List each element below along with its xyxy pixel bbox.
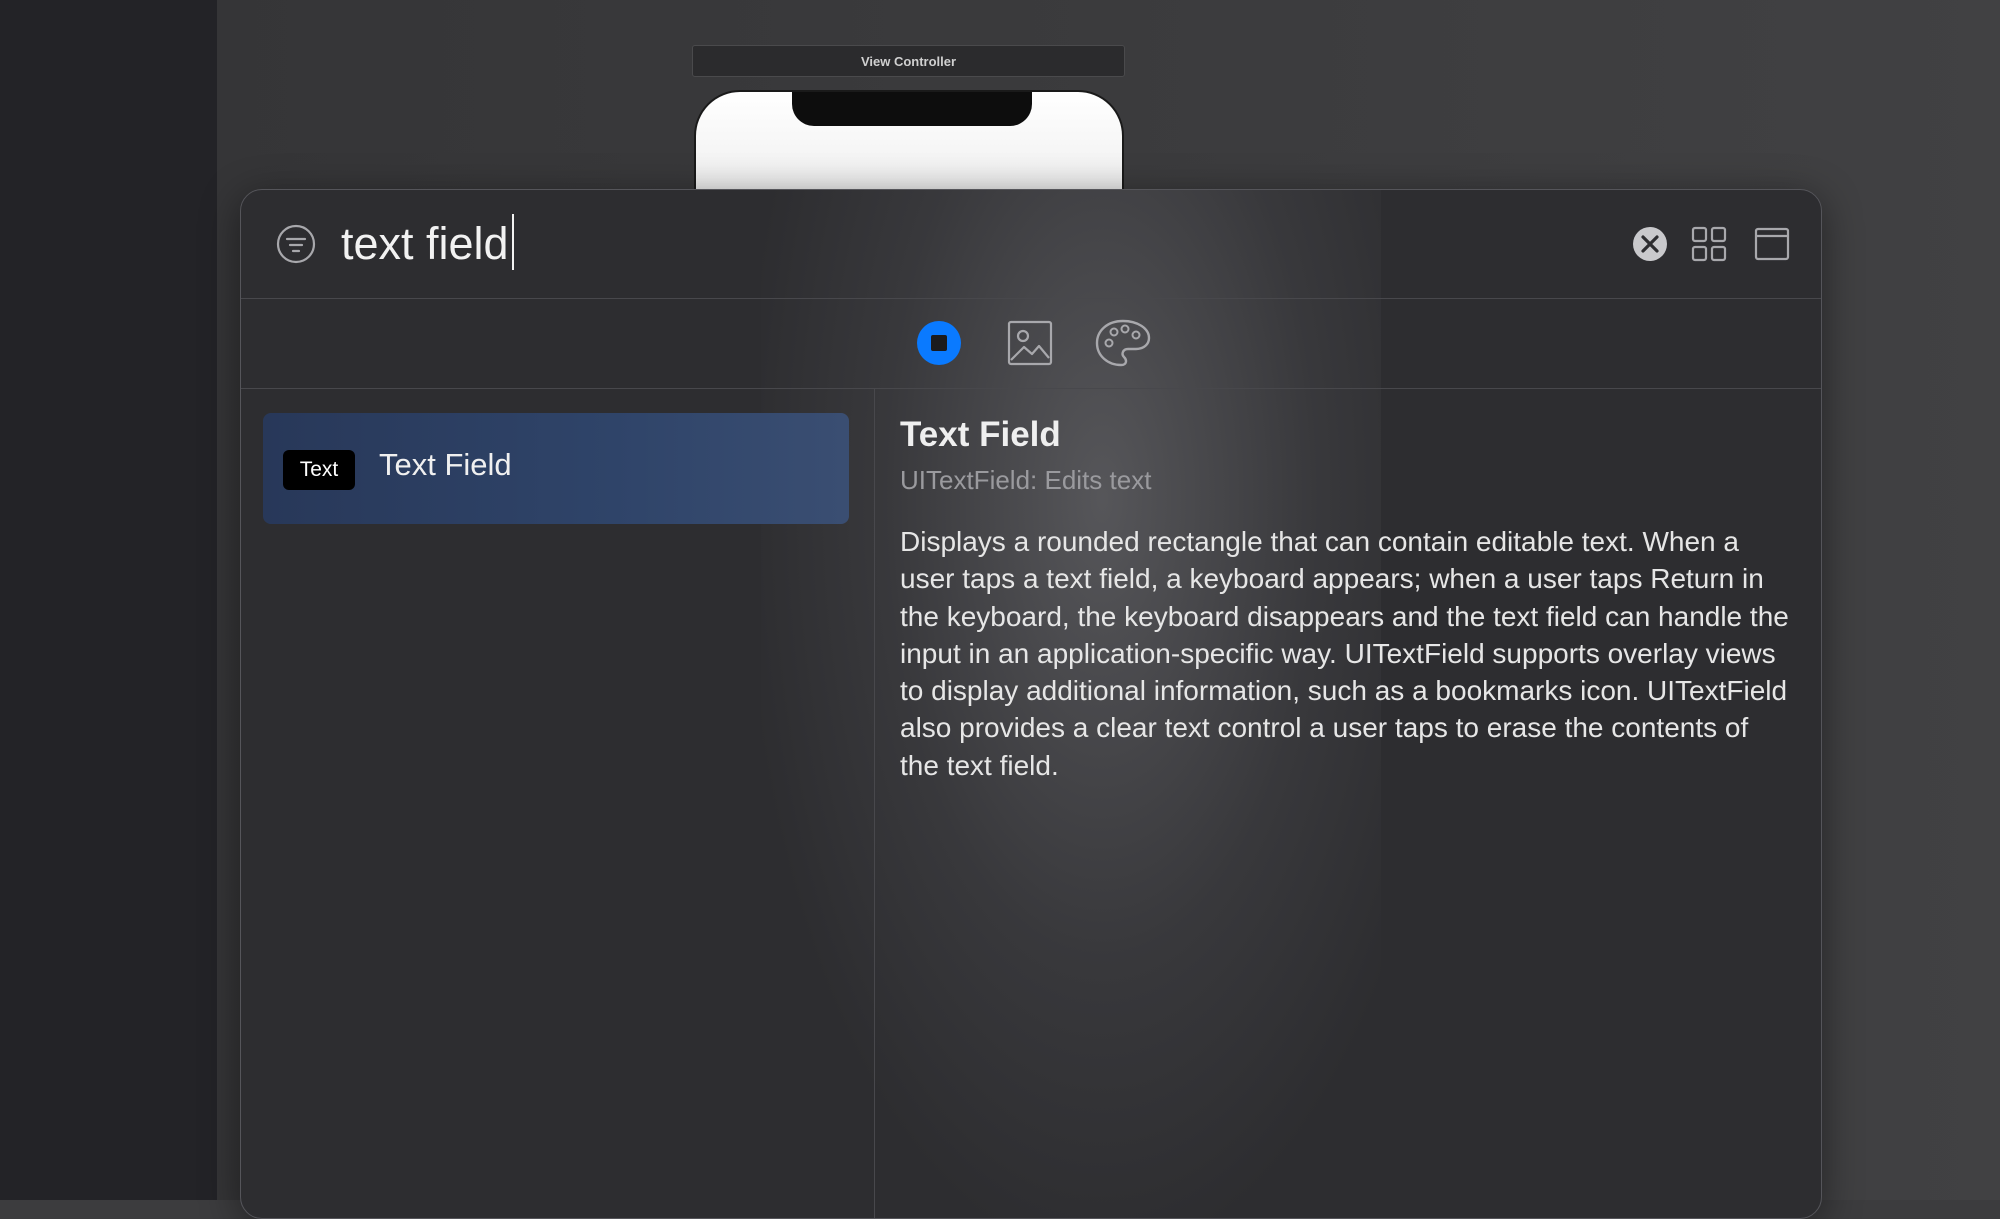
object-library-popover: Text Text Field Text Field UITextField: … xyxy=(240,189,1822,1219)
scene-title-bar[interactable]: View Controller xyxy=(692,45,1125,77)
image-icon[interactable] xyxy=(1007,320,1053,366)
list-item-label: Text Field xyxy=(379,447,512,482)
text-badge-icon: Text xyxy=(283,450,355,490)
navigator-panel xyxy=(0,0,217,1200)
window-icon[interactable] xyxy=(1753,225,1791,263)
filter-icon[interactable] xyxy=(276,224,316,264)
search-bar xyxy=(241,190,1821,299)
pane-divider xyxy=(874,389,875,1218)
results-list: Text Text Field xyxy=(241,389,874,1218)
grid-view-icon[interactable] xyxy=(1690,225,1728,263)
detail-pane: Text Field UITextField: Edits text Displ… xyxy=(900,389,1800,1218)
library-tabs xyxy=(241,298,1821,389)
scene-title: View Controller xyxy=(860,53,957,69)
detail-title: Text Field xyxy=(900,415,1061,454)
detail-description: Displays a rounded rectangle that can co… xyxy=(900,526,1789,781)
text-cursor xyxy=(512,214,514,270)
clear-circle-icon[interactable] xyxy=(1631,225,1669,263)
objects-icon[interactable] xyxy=(915,319,963,367)
palette-icon[interactable] xyxy=(1094,318,1152,368)
search-input[interactable] xyxy=(341,212,1341,276)
detail-subtitle: UITextField: Edits text xyxy=(900,465,1152,495)
device-notch xyxy=(792,92,1032,126)
list-item[interactable]: Text Text Field xyxy=(263,413,849,524)
